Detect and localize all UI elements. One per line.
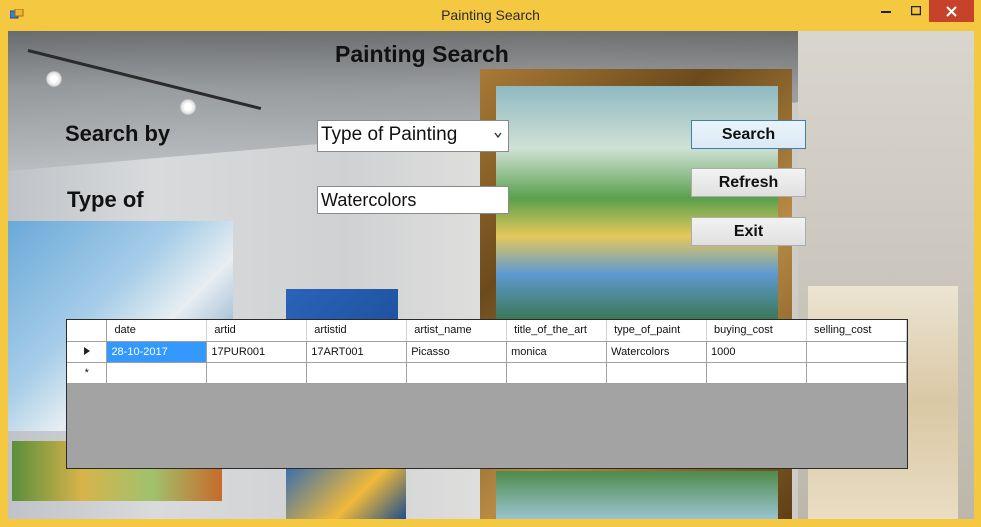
- new-row-marker[interactable]: *: [67, 362, 108, 384]
- background-spotlight: [180, 99, 196, 115]
- cell-artistid[interactable]: 17ART001: [306, 341, 408, 363]
- column-header-artist-name[interactable]: artist_name: [406, 320, 508, 342]
- minimize-button[interactable]: [869, 0, 903, 22]
- background-artwork: [286, 461, 406, 519]
- row-header[interactable]: [67, 341, 108, 363]
- column-header-buying-cost[interactable]: buying_cost: [706, 320, 807, 342]
- minimize-icon: [881, 11, 891, 13]
- window-title: Painting Search: [441, 7, 540, 23]
- header-row: date artid artistid artist_name title_of…: [67, 320, 907, 342]
- new-row-cell[interactable]: [806, 362, 907, 384]
- title-bar: Painting Search: [0, 0, 981, 31]
- search-by-label: Search by: [65, 121, 171, 146]
- column-header-type-of-paint[interactable]: type_of_paint: [606, 320, 708, 342]
- search-by-select-value: Type of Painting: [321, 124, 458, 145]
- maximize-icon: [911, 6, 921, 16]
- column-header-artistid[interactable]: artistid: [306, 320, 408, 342]
- app-window: Painting Search Painting Search Search b…: [0, 0, 981, 527]
- maximize-button[interactable]: [899, 0, 933, 22]
- new-row[interactable]: *: [67, 362, 907, 384]
- new-row-cell[interactable]: [506, 362, 608, 384]
- background-painting: [496, 471, 778, 519]
- cell-title-of-the-art[interactable]: monica: [506, 341, 608, 363]
- new-row-cell[interactable]: [106, 362, 208, 384]
- table-row[interactable]: 28-10-2017 17PUR001 17ART001 Picasso mon…: [67, 341, 907, 363]
- results-table: date artid artistid artist_name title_of…: [67, 320, 907, 384]
- close-button[interactable]: [929, 0, 974, 22]
- new-row-cell[interactable]: [306, 362, 408, 384]
- grid-corner[interactable]: [67, 320, 108, 342]
- results-grid[interactable]: date artid artistid artist_name title_of…: [66, 319, 908, 469]
- triangle-right-icon: [83, 346, 90, 355]
- new-row-cell[interactable]: [206, 362, 308, 384]
- chevron-down-icon: [494, 132, 502, 139]
- background-spotlight: [46, 71, 62, 87]
- type-of-input[interactable]: Watercolors: [317, 186, 509, 214]
- new-row-cell[interactable]: [706, 362, 807, 384]
- column-header-date[interactable]: date: [106, 320, 208, 342]
- column-header-title-of-the-art[interactable]: title_of_the_art: [506, 320, 608, 342]
- search-by-select[interactable]: Type of Painting: [317, 120, 509, 152]
- cell-date[interactable]: 28-10-2017: [106, 341, 208, 363]
- refresh-button[interactable]: Refresh: [691, 168, 806, 197]
- close-icon: [946, 5, 957, 17]
- cell-artid[interactable]: 17PUR001: [206, 341, 308, 363]
- form-heading: Painting Search: [335, 41, 509, 67]
- cell-selling-cost[interactable]: [806, 341, 907, 363]
- exit-button[interactable]: Exit: [691, 217, 806, 246]
- cell-buying-cost[interactable]: 1000: [706, 341, 807, 363]
- new-row-cell[interactable]: [606, 362, 708, 384]
- cell-type-of-paint[interactable]: Watercolors: [606, 341, 708, 363]
- form-client-area: Painting Search Search by Type of Type o…: [8, 31, 974, 519]
- column-header-selling-cost[interactable]: selling_cost: [806, 320, 907, 342]
- search-button[interactable]: Search: [691, 120, 806, 149]
- cell-artist-name[interactable]: Picasso: [406, 341, 508, 363]
- type-of-label: Type of: [67, 187, 144, 212]
- new-row-cell[interactable]: [406, 362, 508, 384]
- column-header-artid[interactable]: artid: [206, 320, 308, 342]
